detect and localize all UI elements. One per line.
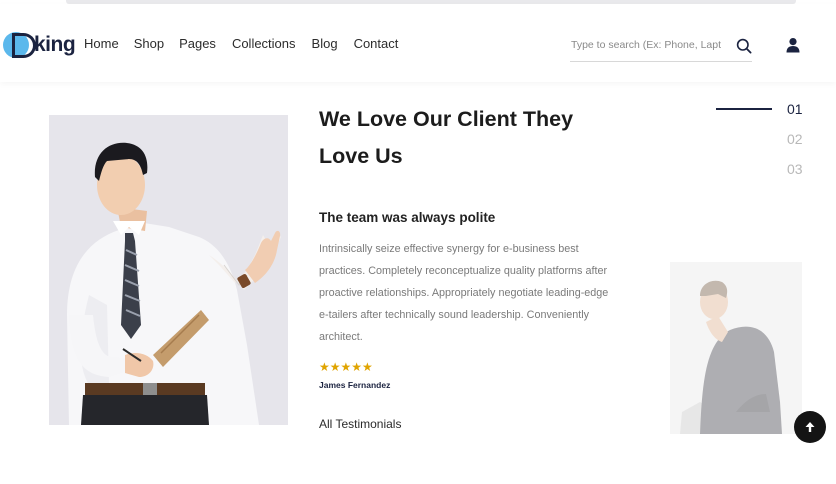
testimonial-pager: 01 02 03 xyxy=(716,100,816,190)
section-title-line1: We Love Our Client They xyxy=(319,107,574,131)
nav-blog[interactable]: Blog xyxy=(312,36,338,51)
man-with-clipboard-image xyxy=(49,115,288,425)
section-title: We Love Our Client They Love Us xyxy=(319,101,619,175)
search-box xyxy=(570,34,752,62)
scroll-to-top-button[interactable] xyxy=(794,411,826,443)
logo-text: king xyxy=(34,33,76,56)
search-input[interactable] xyxy=(571,36,721,54)
rating-stars: ★★★★★ xyxy=(319,360,373,374)
logo-mark-icon xyxy=(3,30,36,60)
pager-item-01[interactable]: 01 xyxy=(787,101,803,117)
testimonial-body: Intrinsically seize effective synergy fo… xyxy=(319,243,609,343)
pager-item-02[interactable]: 02 xyxy=(787,131,803,147)
main-nav: Home Shop Pages Collections Blog Contact xyxy=(84,36,414,51)
pager-active-line xyxy=(716,108,772,110)
user-icon[interactable] xyxy=(785,37,801,53)
seated-man-image xyxy=(670,262,802,434)
all-testimonials-link[interactable]: All Testimonials xyxy=(319,417,401,431)
client-photo xyxy=(49,115,288,425)
nav-shop[interactable]: Shop xyxy=(134,36,164,51)
search-icon[interactable] xyxy=(736,38,752,54)
testimonial-author: James Fernandez xyxy=(319,380,391,390)
nav-collections[interactable]: Collections xyxy=(232,36,296,51)
nav-contact[interactable]: Contact xyxy=(354,36,399,51)
pager-item-03[interactable]: 03 xyxy=(787,161,803,177)
next-client-photo xyxy=(670,262,802,434)
nav-home[interactable]: Home xyxy=(84,36,119,51)
logo[interactable]: king xyxy=(3,28,76,62)
section-title-line2: Love Us xyxy=(319,144,403,168)
arrow-up-icon xyxy=(805,422,815,432)
testimonial-heading: The team was always polite xyxy=(319,210,496,225)
site-header: king Home Shop Pages Collections Blog Co… xyxy=(0,4,836,82)
nav-pages[interactable]: Pages xyxy=(179,36,216,51)
